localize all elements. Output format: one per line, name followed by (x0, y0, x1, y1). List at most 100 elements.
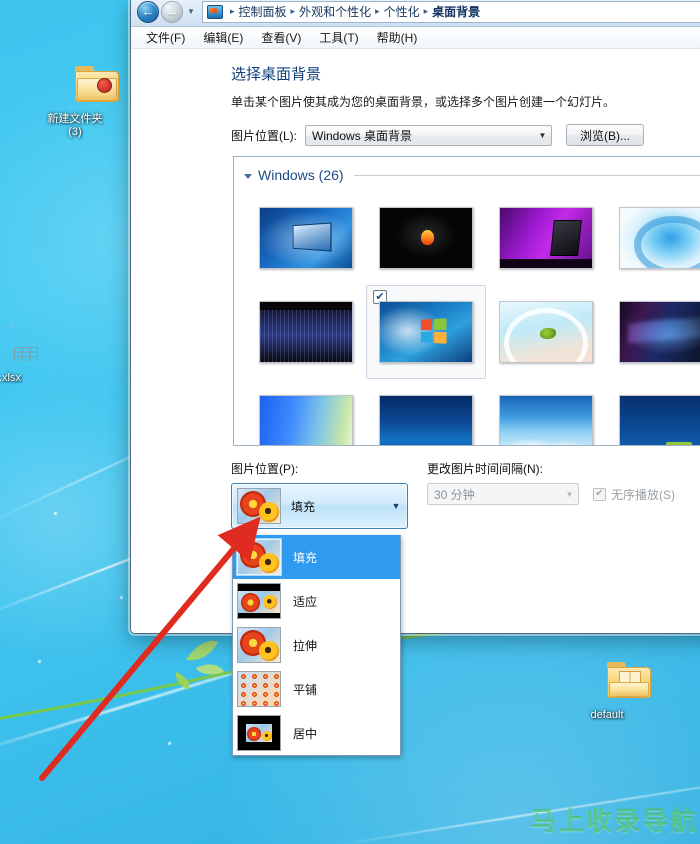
dropdown-option-stretch[interactable]: 拉伸 (233, 623, 400, 667)
interval-combobox[interactable]: 30 分钟 ▼ (427, 483, 579, 505)
thumbnail-image-deep-blue (379, 395, 473, 445)
desktop-icon-xlsx-file[interactable]: .xlsx (0, 325, 42, 385)
wallpaper-thumbnail-selected[interactable]: ✔ (366, 285, 486, 379)
flower-fit-thumbnail (237, 583, 281, 619)
thumbnail-grid: ✔ (234, 183, 700, 445)
picture-location-value: Windows 桌面背景 (312, 128, 413, 143)
wallpaper-thumbnail[interactable] (366, 191, 486, 285)
wallpaper-gallery[interactable]: Windows (26) ✔ (233, 156, 700, 446)
interval-label: 更改图片时间间隔(N): (427, 462, 543, 476)
excel-file-icon (0, 325, 42, 369)
picture-position-value: 填充 (291, 499, 316, 514)
desktop-icon-label: default (590, 709, 624, 721)
back-arrow-icon: ← (141, 4, 155, 19)
breadcrumb-item-control-panel[interactable]: 控制面板 (239, 3, 287, 20)
breadcrumb-separator: ▸ (375, 6, 380, 16)
menu-item-view[interactable]: 查看(V) (252, 27, 310, 48)
picture-position-group: 图片位置(P): 填充 ▼ (231, 460, 427, 529)
shuffle-label: 无序播放(S) (611, 487, 675, 502)
wallpaper-thumbnail[interactable] (606, 285, 700, 379)
thumbnail-image-sky-clouds (499, 395, 593, 445)
wallpaper-sparkle (168, 742, 171, 745)
desktop-icon-default[interactable]: default (564, 662, 651, 722)
page-description: 单击某个图片使其成为您的桌面背景，或选择多个图片创建一个幻灯片。 (231, 95, 616, 109)
back-button[interactable]: ← (137, 0, 159, 23)
bottom-controls: 图片位置(P): 填充 ▼ 更改图片时间间隔(N): 30 分钟 ▼ ✔ 无序播… (231, 460, 700, 529)
flower-fill-thumbnail (237, 539, 281, 575)
breadcrumb-item-appearance[interactable]: 外观和个性化 (299, 3, 371, 20)
thumbnail-image-dragonfly (499, 301, 593, 363)
chevron-down-icon: ▼ (565, 489, 574, 499)
browse-button[interactable]: 浏览(B)... (566, 124, 645, 146)
thumbnail-image-asus (499, 207, 593, 269)
dropdown-option-fill[interactable]: 填充 (233, 535, 400, 579)
picture-location-row: 图片位置(L): Windows 桌面背景 ▼ 浏览(B)... (231, 124, 700, 146)
breadcrumb[interactable]: ▸ 控制面板 ▸ 外观和个性化 ▸ 个性化 ▸ 桌面背景 (202, 0, 700, 23)
menu-item-tools[interactable]: 工具(T) (310, 27, 367, 48)
thumbnail-image-blue-violet (259, 395, 353, 445)
desktop-icon-new-folder[interactable]: 新建文件夹 (3) (32, 66, 119, 139)
menu-bar: 文件(F) 编辑(E) 查看(V) 工具(T) 帮助(H) (131, 27, 700, 49)
folder-icon (564, 662, 651, 706)
watermark-text: 马上收录导航 (529, 806, 698, 836)
shuffle-checkbox-row[interactable]: ✔ 无序播放(S) (593, 486, 675, 503)
wallpaper-thumbnail[interactable] (486, 379, 606, 445)
picture-position-combobox[interactable]: 填充 ▼ (231, 483, 408, 529)
breadcrumb-item-desktop-background[interactable]: 桌面背景 (432, 3, 480, 20)
windows-logo-icon (420, 318, 447, 344)
wallpaper-thumbnail[interactable] (246, 285, 366, 379)
wallpaper-thumbnail[interactable] (366, 379, 486, 445)
breadcrumb-separator: ▸ (423, 6, 429, 16)
window-body: 选择桌面背景 单击某个图片使其成为您的桌面背景，或选择多个图片创建一个幻灯片。 … (131, 49, 700, 633)
breadcrumb-separator: ▸ (230, 6, 235, 16)
chevron-down-icon: ▼ (538, 130, 547, 140)
flower-center-thumbnail (237, 715, 281, 751)
dropdown-option-tile[interactable]: 平铺 (233, 667, 400, 711)
wallpaper-thumbnail[interactable] (606, 191, 700, 285)
menu-item-file[interactable]: 文件(F) (137, 27, 194, 48)
thumbnail-image-benq (619, 207, 700, 269)
group-rule (353, 174, 700, 176)
picture-location-label: 图片位置(L): (231, 128, 298, 143)
breadcrumb-item-personalization[interactable]: 个性化 (384, 3, 420, 20)
desktop: 新建文件夹 (3) default .xlsx ← → ▼ ▸ 控制面板 ▸ 外… (0, 0, 700, 844)
shuffle-checkbox[interactable]: ✔ (593, 487, 606, 501)
flower-stretch-thumbnail (237, 627, 281, 663)
picture-position-dropdown-list[interactable]: 填充 适应 拉伸 平铺 居中 (232, 535, 401, 756)
gallery-group-label: Windows (26) (258, 167, 344, 183)
thumbnail-image-msi (619, 301, 700, 363)
triangle-down-icon[interactable] (244, 174, 252, 179)
gallery-group-header[interactable]: Windows (26) (234, 157, 700, 183)
wallpaper-sparkle (120, 596, 123, 599)
forward-button[interactable]: → (161, 0, 183, 23)
thumbnail-image-night-scene (619, 395, 700, 445)
dropdown-option-label: 平铺 (293, 682, 318, 697)
thumbnail-image-world-map (259, 301, 353, 363)
interval-value: 30 分钟 (434, 487, 475, 502)
picture-position-label: 图片位置(P): (231, 462, 299, 476)
wallpaper-thumbnail[interactable] (486, 191, 606, 285)
dropdown-option-center[interactable]: 居中 (233, 711, 400, 755)
browse-button-label: 浏览(B)... (580, 128, 631, 143)
wallpaper-thumbnail[interactable] (606, 379, 700, 445)
dropdown-option-fit[interactable]: 适应 (233, 579, 400, 623)
wallpaper-sparkle (38, 660, 41, 663)
menu-item-help[interactable]: 帮助(H) (368, 27, 427, 48)
dropdown-option-label: 居中 (293, 726, 318, 741)
folder-icon (32, 66, 119, 110)
wallpaper-thumbnail[interactable] (486, 285, 606, 379)
thumbnail-image-apple (379, 207, 473, 269)
control-panel-window: ← → ▼ ▸ 控制面板 ▸ 外观和个性化 ▸ 个性化 ▸ 桌面背景 文件(F)… (130, 0, 700, 634)
dropdown-option-label: 填充 (293, 550, 318, 565)
wallpaper-thumbnail[interactable] (246, 191, 366, 285)
wallpaper-sparkle (54, 512, 57, 515)
thumbnail-image-acer (259, 207, 353, 269)
page-title: 选择桌面背景 (231, 66, 322, 83)
personalization-icon (207, 4, 223, 19)
wallpaper-thumbnail[interactable] (246, 379, 366, 445)
picture-location-combobox[interactable]: Windows 桌面背景 ▼ (305, 124, 553, 146)
breadcrumb-separator: ▸ (290, 6, 296, 16)
menu-item-edit[interactable]: 编辑(E) (194, 27, 252, 48)
interval-group: 更改图片时间间隔(N): 30 分钟 ▼ ✔ 无序播放(S) (427, 460, 700, 529)
history-dropdown-button[interactable]: ▼ (184, 7, 198, 16)
